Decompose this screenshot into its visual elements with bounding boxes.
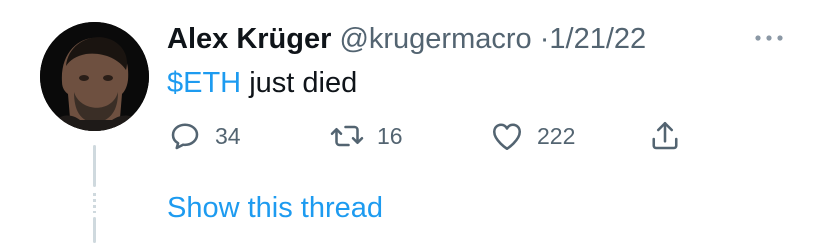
reply-icon [171, 123, 199, 150]
show-thread-link[interactable]: Show this thread [167, 190, 383, 226]
tweet-text: $ETH just died [167, 64, 357, 102]
thread-connector-line-lower [93, 217, 96, 243]
thread-connector-line [93, 145, 96, 187]
author-handle[interactable]: @krugermacro [339, 23, 531, 55]
thread-connector-dots [93, 193, 96, 213]
tweet-header: Alex Krüger @krugermacro ·1/21/22 [167, 20, 646, 58]
share-icon [652, 121, 678, 150]
tweet-actions: 34 16 222 [167, 116, 727, 156]
meta-separator: · [539, 23, 550, 55]
like-button[interactable]: 222 [489, 116, 575, 156]
tweet[interactable]: Alex Krüger @krugermacro ·1/21/22 $ETH j… [0, 0, 828, 243]
reply-button[interactable]: 34 [167, 116, 241, 156]
share-button[interactable] [647, 116, 683, 156]
retweet-icon [330, 125, 364, 147]
cashtag-link[interactable]: $ETH [167, 67, 241, 99]
more-horizontal-icon [755, 35, 783, 41]
retweet-button[interactable]: 16 [329, 116, 403, 156]
more-options-button[interactable] [753, 28, 785, 48]
reply-count: 34 [215, 122, 241, 149]
heart-icon [492, 123, 522, 151]
tweet-date[interactable]: 1/21/22 [549, 23, 646, 55]
avatar[interactable] [40, 22, 149, 131]
like-count: 222 [537, 122, 576, 149]
author-name[interactable]: Alex Krüger [167, 23, 331, 55]
retweet-count: 16 [377, 122, 403, 149]
tweet-text-rest: just died [241, 67, 358, 99]
avatar-image [40, 22, 149, 131]
